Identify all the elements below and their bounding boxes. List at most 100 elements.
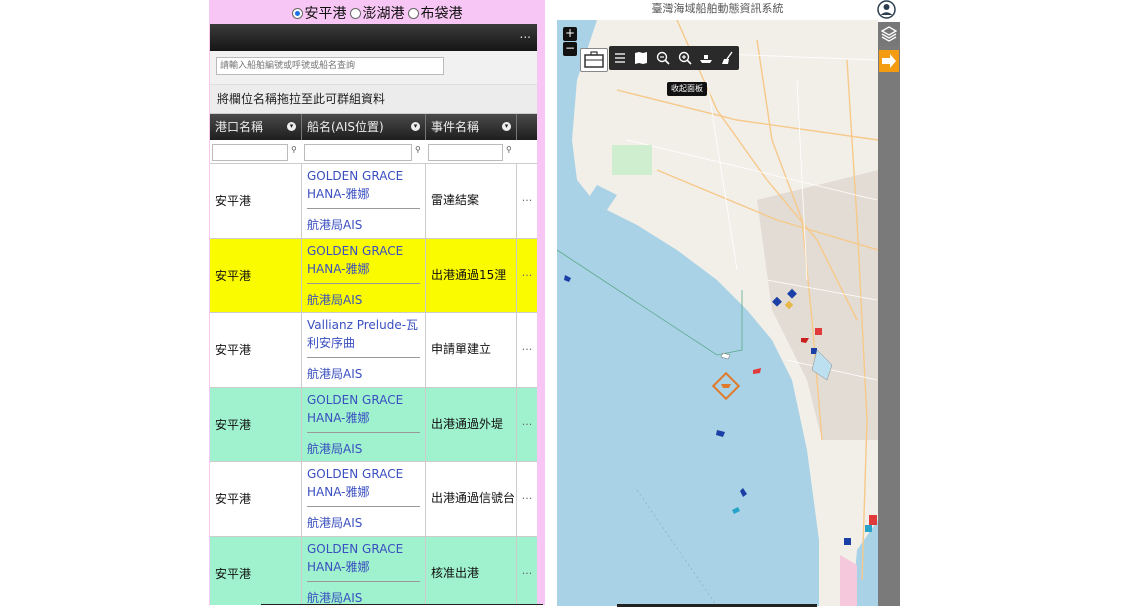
ship-marker bbox=[815, 328, 822, 335]
port-radio-budai[interactable]: 布袋港 bbox=[407, 3, 463, 23]
ship-marker bbox=[844, 538, 851, 545]
map-toolbar bbox=[609, 46, 739, 70]
event-name: 出港通過15浬 bbox=[431, 267, 507, 282]
event-cell: 雷達結案 bbox=[426, 164, 517, 238]
filter-icon[interactable]: ⚲ bbox=[506, 145, 515, 154]
ais-source-link[interactable]: 航港局AIS bbox=[307, 514, 362, 531]
horizontal-scrollbar[interactable] bbox=[261, 604, 543, 605]
port-radio-penghu[interactable]: 澎湖港 bbox=[349, 3, 405, 23]
port-radio-anping[interactable]: 安平港 bbox=[291, 3, 347, 23]
list-icon[interactable] bbox=[612, 50, 628, 66]
table-row[interactable]: 安平港 GOLDEN GRACE HANA-雅娜航港局AIS 核准出港 ··· bbox=[210, 536, 537, 606]
port-name: 安平港 bbox=[215, 417, 252, 432]
ais-source-link[interactable]: 航港局AIS bbox=[307, 291, 362, 308]
event-name: 出港通過外堤 bbox=[431, 416, 504, 431]
filter-ship-input[interactable] bbox=[304, 144, 412, 161]
ship-cell: GOLDEN GRACE HANA-雅娜航港局AIS bbox=[302, 387, 426, 461]
ais-source-link[interactable]: 航港局AIS bbox=[307, 365, 362, 382]
broom-icon[interactable] bbox=[720, 50, 736, 66]
ship-marker bbox=[869, 515, 877, 525]
vessel-event-grid: ... 將欄位名稱拖拉至此可群組資料 港口名稱 ▾ 船名(AIS位置) ▾ 事件名稱… bbox=[210, 24, 537, 605]
column-menu-icon[interactable]: ▾ bbox=[502, 122, 511, 131]
filter-icon[interactable]: ⚲ bbox=[291, 145, 300, 154]
group-drop-area[interactable]: 將欄位名稱拖拉至此可群組資料 bbox=[210, 85, 537, 114]
ais-source-link[interactable]: 航港局AIS bbox=[307, 589, 362, 606]
ship-icon[interactable] bbox=[698, 50, 714, 66]
nautical-map[interactable] bbox=[557, 20, 878, 606]
collapse-panel-tooltip: 收起面板 bbox=[667, 82, 707, 96]
port-name: 安平港 bbox=[215, 566, 252, 581]
ship-cell: GOLDEN GRACE HANA-雅娜航港局AIS bbox=[302, 536, 426, 606]
ship-search-input[interactable] bbox=[216, 57, 444, 75]
event-cell: 出港通過15浬 bbox=[426, 238, 517, 312]
grid-body: 安平港 GOLDEN GRACE HANA-雅娜 航港局AIS 雷達結案 ··· 安平港 G… bbox=[210, 164, 537, 605]
row-menu-button[interactable]: ··· bbox=[517, 164, 537, 238]
ship-name-link[interactable]: GOLDEN GRACE HANA-雅娜 bbox=[307, 167, 420, 203]
ship-cell: GOLDEN GRACE HANA-雅娜航港局AIS bbox=[302, 238, 426, 312]
toolbox-icon[interactable] bbox=[580, 48, 608, 72]
table-row[interactable]: 安平港 GOLDEN GRACE HANA-雅娜航港局AIS 出港通過信號台 ··· bbox=[210, 462, 537, 537]
event-name: 出港通過信號台 bbox=[431, 491, 516, 506]
filter-ship: ⚲ bbox=[302, 140, 426, 163]
event-name: 核准出港 bbox=[431, 565, 480, 580]
table-row[interactable]: 安平港 GOLDEN GRACE HANA-雅娜航港局AIS 雷達結案 ··· bbox=[210, 164, 537, 239]
ship-name-link[interactable]: Vallianz Prelude-瓦利安序曲 bbox=[307, 316, 420, 352]
park-area bbox=[612, 145, 652, 175]
zoom-in-icon[interactable] bbox=[677, 50, 693, 66]
zoom-out-icon[interactable] bbox=[655, 50, 671, 66]
filter-port-input[interactable] bbox=[212, 144, 288, 161]
column-header-event[interactable]: 事件名稱 ▾ bbox=[426, 114, 517, 140]
side-panel-strip bbox=[878, 22, 900, 606]
map-book-icon[interactable] bbox=[633, 50, 649, 66]
map-scrollbar[interactable] bbox=[617, 604, 817, 607]
zoom-in-button[interactable]: + bbox=[563, 27, 577, 41]
filter-event-input[interactable] bbox=[428, 144, 503, 161]
port-cell: 安平港 bbox=[210, 164, 302, 238]
column-menu-icon[interactable]: ▾ bbox=[287, 122, 296, 131]
table-row[interactable]: 安平港 GOLDEN GRACE HANA-雅娜航港局AIS 出港通過外堤 ··· bbox=[210, 387, 537, 462]
table-row[interactable]: 安平港 GOLDEN GRACE HANA-雅娜航港局AIS 出港通過15浬 ··· bbox=[210, 238, 537, 313]
event-cell: 申請單建立 bbox=[426, 313, 517, 387]
row-menu-button[interactable]: ··· bbox=[517, 313, 537, 387]
zoom-out-button[interactable]: − bbox=[563, 42, 577, 56]
row-menu-button[interactable]: ··· bbox=[517, 239, 537, 313]
port-name: 安平港 bbox=[215, 268, 252, 283]
cell-divider bbox=[307, 506, 420, 507]
port-cell: 安平港 bbox=[210, 462, 302, 536]
expand-arrow-icon[interactable] bbox=[879, 50, 899, 72]
layers-icon[interactable] bbox=[879, 22, 899, 46]
filter-event: ⚲ bbox=[426, 140, 517, 163]
port-cell: 安平港 bbox=[210, 536, 302, 605]
port-name: 安平港 bbox=[215, 194, 252, 209]
radio-selected-icon bbox=[291, 7, 303, 19]
ship-cell: GOLDEN GRACE HANA-雅娜航港局AIS bbox=[302, 164, 426, 238]
ship-name-link[interactable]: GOLDEN GRACE HANA-雅娜 bbox=[307, 465, 420, 501]
ship-name-link[interactable]: GOLDEN GRACE HANA-雅娜 bbox=[307, 391, 420, 427]
column-menu-icon[interactable]: ▾ bbox=[411, 122, 420, 131]
filter-icon[interactable]: ⚲ bbox=[415, 145, 424, 154]
column-header-actions bbox=[517, 114, 537, 140]
port-cell: 安平港 bbox=[210, 313, 302, 387]
ais-source-link[interactable]: 航港局AIS bbox=[307, 216, 362, 233]
column-title: 船名(AIS位置) bbox=[307, 120, 384, 134]
row-menu-button[interactable]: ··· bbox=[517, 537, 537, 606]
event-name: 雷達結案 bbox=[431, 193, 480, 208]
event-cell: 出港通過外堤 bbox=[426, 387, 517, 461]
ship-name-link[interactable]: GOLDEN GRACE HANA-雅娜 bbox=[307, 242, 420, 278]
port-label: 澎湖港 bbox=[362, 6, 405, 22]
port-name: 安平港 bbox=[215, 343, 252, 358]
event-cell: 出港通過信號台 bbox=[426, 462, 517, 536]
ship-marker bbox=[865, 525, 872, 532]
table-row[interactable]: 安平港 Vallianz Prelude-瓦利安序曲航港局AIS 申請單建立 ··· bbox=[210, 313, 537, 388]
map-title: 臺灣海域船舶動態資訊系統 bbox=[651, 2, 784, 15]
column-header-ship[interactable]: 船名(AIS位置) ▾ bbox=[302, 114, 426, 140]
ais-source-link[interactable]: 航港局AIS bbox=[307, 440, 362, 457]
user-account-icon[interactable] bbox=[877, 0, 896, 19]
column-header-port[interactable]: 港口名稱 ▾ bbox=[210, 114, 302, 140]
row-menu-button[interactable]: ··· bbox=[517, 388, 537, 462]
toolbar-menu-button[interactable]: ... bbox=[520, 27, 531, 41]
port-cell: 安平港 bbox=[210, 387, 302, 461]
ship-name-link[interactable]: GOLDEN GRACE HANA-雅娜 bbox=[307, 540, 420, 576]
row-menu-button[interactable]: ··· bbox=[517, 462, 537, 536]
column-title: 港口名稱 bbox=[215, 120, 264, 134]
